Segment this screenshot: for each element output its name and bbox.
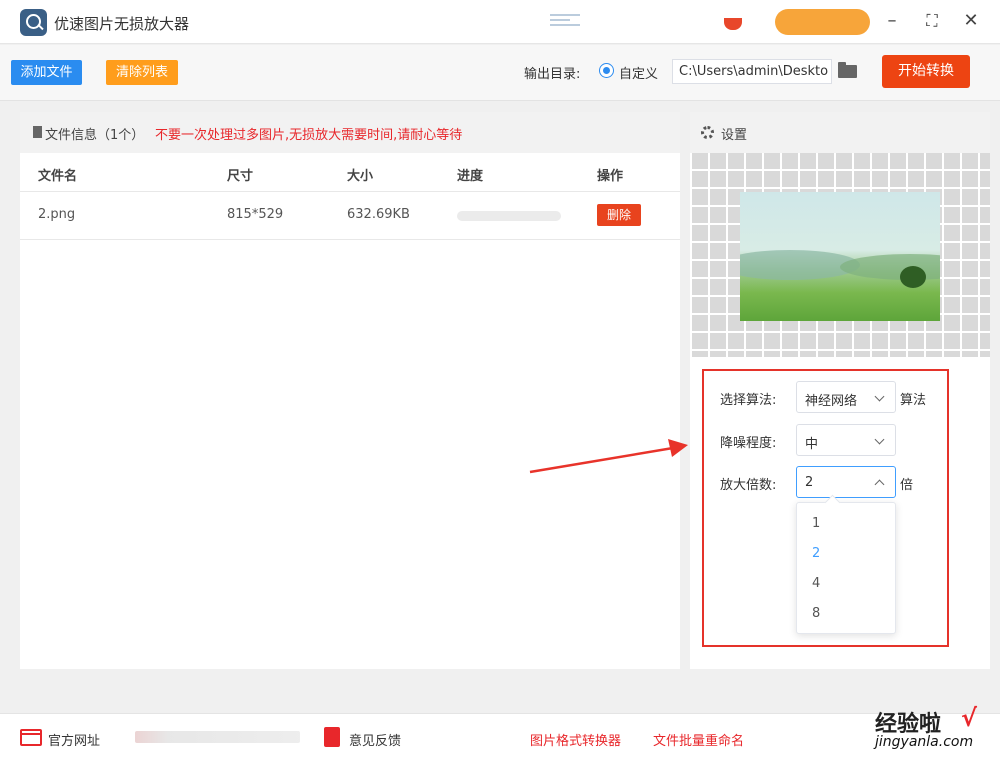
feedback-link[interactable]: 意见反馈 — [349, 730, 401, 749]
noise-select-value: 中 — [805, 437, 819, 452]
noise-label: 降噪程度: — [720, 436, 777, 451]
batch-rename-link[interactable]: 文件批量重命名 — [653, 730, 744, 749]
scale-option[interactable]: 1 — [812, 516, 820, 531]
column-header-size: 大小 — [347, 169, 374, 184]
close-icon[interactable]: ✕ — [960, 10, 982, 32]
column-header-filename: 文件名 — [38, 169, 78, 184]
gear-icon — [701, 126, 714, 139]
file-info-title: 文件信息（1个） — [45, 128, 145, 143]
settings-options-box: 选择算法: 神经网络 算法 降噪程度: 中 放大倍数: 2 倍 1 2 4 8 — [702, 369, 949, 647]
feedback-icon — [324, 727, 340, 747]
file-info-warning: 不要一次处理过多图片,无损放大需要时间,请耐心等待 — [155, 128, 463, 143]
watermark: 经验啦 √ jingyanla.com — [875, 704, 990, 756]
delete-button[interactable]: 删除 — [597, 204, 641, 226]
minimize-icon[interactable]: – — [881, 10, 903, 32]
output-path-input[interactable]: C:\Users\admin\Deskto — [672, 59, 832, 84]
settings-panel: 设置 选择算法: 神经网络 算法 降噪程度: 中 放大倍数: 2 倍 1 2 4… — [690, 112, 990, 669]
watermark-url: jingyanla.com — [875, 734, 974, 750]
noise-select[interactable]: 中 — [796, 424, 896, 456]
algorithm-select-value: 神经网络 — [805, 394, 858, 409]
settings-header: 设置 — [690, 112, 990, 153]
file-name-cell: 2.png — [38, 207, 76, 222]
settings-title: 设置 — [721, 128, 748, 143]
folder-icon[interactable] — [838, 62, 857, 78]
chevron-down-icon — [874, 434, 885, 445]
maximize-icon[interactable]: ⛶ — [921, 10, 943, 32]
title-decoration — [550, 14, 580, 28]
add-file-button[interactable]: 添加文件 — [11, 60, 82, 85]
output-dir-label: 输出目录: — [524, 67, 581, 82]
scale-option[interactable]: 4 — [812, 576, 820, 591]
watermark-check: √ — [961, 704, 978, 732]
custom-output-radio[interactable] — [599, 63, 614, 78]
algorithm-suffix: 算法 — [900, 393, 927, 408]
title-bar: 优速图片无损放大器 – ⛶ ✕ — [0, 0, 1000, 44]
scale-select[interactable]: 2 — [796, 466, 896, 498]
column-header-progress: 进度 — [457, 169, 484, 184]
chevron-down-icon — [874, 391, 885, 402]
scale-dropdown: 1 2 4 8 — [796, 502, 896, 634]
table-divider — [20, 239, 680, 240]
title-badge-decoration — [724, 18, 742, 30]
title-promo-button[interactable] — [775, 9, 870, 35]
algorithm-select[interactable]: 神经网络 — [796, 381, 896, 413]
scale-label: 放大倍数: — [720, 478, 777, 493]
column-header-dimensions: 尺寸 — [227, 169, 254, 184]
preview-image — [740, 192, 940, 321]
toolbar: 添加文件 清除列表 输出目录: 自定义 C:\Users\admin\Deskt… — [0, 45, 1000, 101]
scale-option[interactable]: 2 — [812, 546, 820, 561]
app-logo-icon — [20, 9, 47, 36]
algorithm-label: 选择算法: — [720, 393, 777, 408]
website-link[interactable]: 官方网址 — [48, 730, 100, 749]
start-convert-button[interactable]: 开始转换 — [882, 55, 970, 88]
file-dimensions-cell: 815*529 — [227, 207, 284, 222]
document-icon — [33, 126, 42, 138]
file-size-cell: 632.69KB — [347, 207, 410, 222]
file-info-panel: 文件信息（1个） 不要一次处理过多图片,无损放大需要时间,请耐心等待 文件名 尺… — [20, 112, 680, 669]
scale-suffix: 倍 — [900, 478, 914, 493]
footer-decoration — [135, 731, 300, 743]
scale-select-value: 2 — [805, 475, 814, 490]
custom-output-label[interactable]: 自定义 — [619, 63, 658, 82]
chevron-up-icon — [874, 479, 885, 490]
progress-bar — [457, 211, 561, 221]
file-info-header: 文件信息（1个） 不要一次处理过多图片,无损放大需要时间,请耐心等待 — [20, 112, 680, 153]
table-divider — [20, 191, 680, 192]
annotation-arrow — [529, 439, 688, 474]
website-icon — [20, 729, 42, 746]
column-header-action: 操作 — [597, 169, 624, 184]
scale-option[interactable]: 8 — [812, 606, 820, 621]
footer: 官方网址 意见反馈 图片格式转换器 文件批量重命名 — [0, 713, 1000, 760]
clear-list-button[interactable]: 清除列表 — [106, 60, 178, 85]
app-title: 优速图片无损放大器 — [54, 15, 190, 33]
format-converter-link[interactable]: 图片格式转换器 — [530, 730, 621, 749]
